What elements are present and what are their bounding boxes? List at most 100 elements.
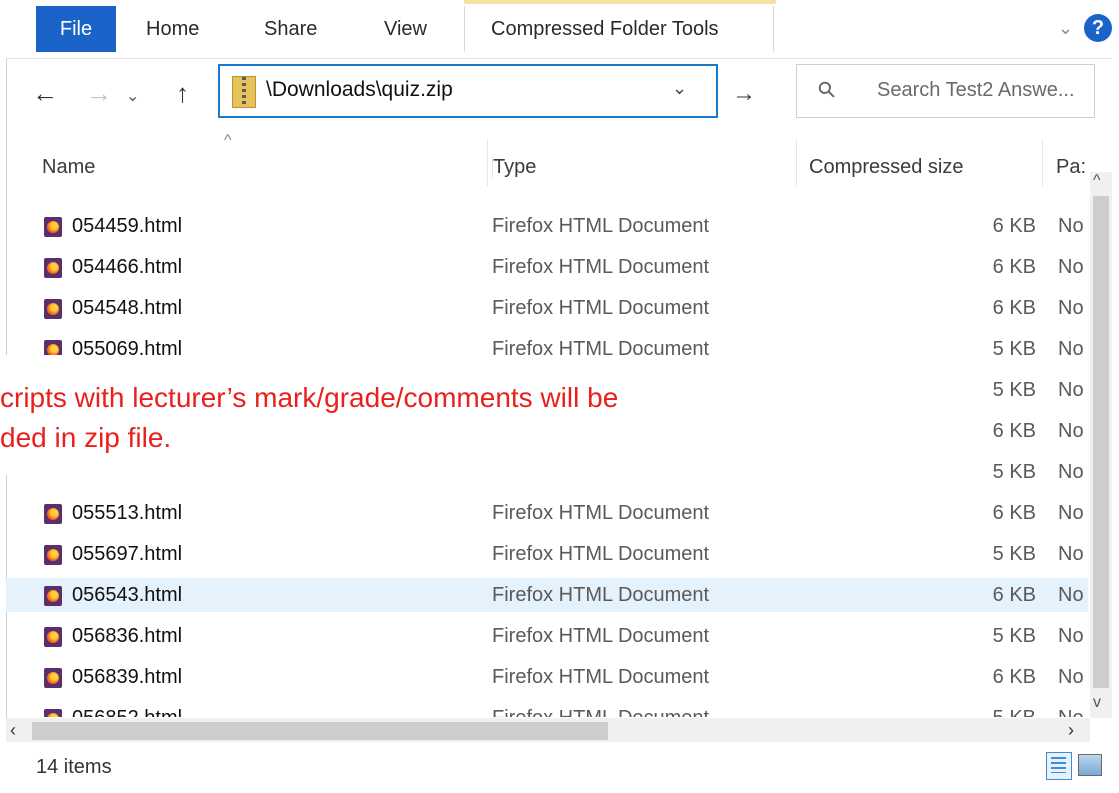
annotation-line-1: cripts with lecturer’s mark/grade/commen… <box>0 382 619 413</box>
back-arrow-icon[interactable]: ← <box>32 78 58 109</box>
column-divider[interactable] <box>1042 140 1043 186</box>
file-password-protected: No <box>1058 461 1084 483</box>
ribbon: File Home Share View Compressed Folder T… <box>6 0 1113 59</box>
file-name: 056852.html <box>72 707 182 717</box>
file-password-protected: No <box>1058 666 1084 688</box>
details-view-icon[interactable] <box>1046 752 1072 780</box>
tab-home[interactable]: Home <box>146 6 199 52</box>
search-placeholder[interactable]: Search Test2 Answe... <box>877 79 1075 102</box>
scroll-left-chevron-icon[interactable]: ‹ <box>10 720 16 741</box>
column-divider[interactable] <box>796 140 797 186</box>
zip-folder-icon <box>232 76 256 108</box>
file-type: Firefox HTML Document <box>492 584 710 606</box>
up-arrow-icon[interactable]: ↑ <box>176 78 189 109</box>
file-type: Firefox HTML Document <box>492 297 710 319</box>
file-row[interactable]: 054466.html Firefox HTML Document 6 KB N… <box>6 250 1088 284</box>
file-type: Firefox HTML Document <box>492 502 710 524</box>
file-type: Firefox HTML Document <box>492 666 710 688</box>
scroll-up-chevron-icon[interactable]: ^ <box>1093 172 1101 190</box>
file-password-protected: No <box>1058 256 1084 278</box>
status-bar: 14 items <box>6 742 1113 793</box>
go-arrow-icon[interactable]: → <box>732 80 756 108</box>
scroll-right-chevron-icon[interactable]: › <box>1068 720 1074 741</box>
file-compressed-size: 6 KB <box>992 502 1036 524</box>
file-type: Firefox HTML Document <box>492 625 710 647</box>
firefox-html-file-icon <box>44 709 62 717</box>
file-type: Firefox HTML Document <box>492 338 710 360</box>
tab-compressed-folder-tools[interactable]: Compressed Folder Tools <box>464 0 776 52</box>
column-header-compressed-size[interactable]: Compressed size <box>809 156 964 179</box>
scroll-down-chevron-icon[interactable]: v <box>1093 694 1101 712</box>
file-compressed-size: 5 KB <box>992 338 1036 360</box>
file-name: 056836.html <box>72 625 183 647</box>
tab-view[interactable]: View <box>384 6 427 52</box>
file-compressed-size: 5 KB <box>906 707 1036 717</box>
help-icon[interactable]: ? <box>1084 14 1112 42</box>
ribbon-expand-chevron-icon[interactable]: ⌄ <box>1058 18 1073 39</box>
file-row[interactable]: 056839.html Firefox HTML Document 6 KB N… <box>6 660 1088 694</box>
file-row[interactable]: 055513.html Firefox HTML Document 6 KB N… <box>6 496 1088 530</box>
sort-ascending-icon: ^ <box>224 132 232 149</box>
large-icons-view-icon[interactable] <box>1078 754 1102 776</box>
navigation-bar: ← → ⌄ ↑ \Downloads\quiz.zip ⌄ → ⚲ Search… <box>6 58 1113 130</box>
firefox-html-file-icon <box>44 545 62 565</box>
file-type: Firefox HTML Document <box>492 707 709 717</box>
file-password-protected: No <box>1058 502 1084 524</box>
column-header-password[interactable]: Pa: <box>1056 156 1086 179</box>
firefox-html-file-icon <box>44 299 62 319</box>
column-header-name[interactable]: Name <box>42 156 95 179</box>
file-name: 055697.html <box>72 543 183 565</box>
file-compressed-size: 5 KB <box>992 625 1036 647</box>
item-count: 14 items <box>36 756 112 778</box>
file-row[interactable]: 056836.html Firefox HTML Document 5 KB N… <box>6 619 1088 653</box>
file-password-protected: No <box>1058 707 1084 717</box>
forward-arrow-icon[interactable]: → <box>86 78 112 109</box>
file-compressed-size: 6 KB <box>992 256 1036 278</box>
address-bar[interactable]: \Downloads\quiz.zip ⌄ <box>218 64 718 118</box>
file-name: 056839.html <box>72 666 183 688</box>
file-row-selected[interactable]: 056543.html Firefox HTML Document 6 KB N… <box>6 578 1088 612</box>
file-type: Firefox HTML Document <box>492 256 710 278</box>
tab-file[interactable]: File <box>36 6 116 52</box>
file-row[interactable]: 054459.html Firefox HTML Document 6 KB N… <box>6 209 1088 243</box>
file-row[interactable]: 056852.html Firefox HTML Document 5 KB N… <box>6 701 1088 717</box>
firefox-html-file-icon <box>44 217 62 237</box>
address-path[interactable]: \Downloads\quiz.zip <box>266 78 453 102</box>
file-name: 054548.html <box>72 297 183 319</box>
file-password-protected: No <box>1058 543 1084 565</box>
annotation-line-2: ded in zip file. <box>0 422 172 453</box>
firefox-html-file-icon <box>44 504 62 524</box>
search-icon: ⚲ <box>812 75 842 105</box>
file-password-protected: No <box>1058 215 1084 237</box>
file-compressed-size: 6 KB <box>992 666 1036 688</box>
file-compressed-size: 6 KB <box>992 215 1036 237</box>
file-row[interactable]: 054548.html Firefox HTML Document 6 KB N… <box>6 291 1088 325</box>
file-type: Firefox HTML Document <box>492 215 710 237</box>
column-divider[interactable] <box>487 140 488 186</box>
file-name: 056543.html <box>72 584 183 606</box>
file-row[interactable]: 055697.html Firefox HTML Document 5 KB N… <box>6 537 1088 571</box>
vertical-scroll-thumb[interactable] <box>1093 196 1109 688</box>
file-password-protected: No <box>1058 297 1084 319</box>
firefox-html-file-icon <box>44 627 62 647</box>
file-password-protected: No <box>1058 584 1084 606</box>
file-compressed-size: 5 KB <box>992 543 1036 565</box>
file-password-protected: No <box>1058 379 1084 401</box>
file-password-protected: No <box>1058 420 1084 442</box>
recent-locations-chevron-icon[interactable]: ⌄ <box>126 86 139 106</box>
firefox-html-file-icon <box>44 258 62 278</box>
search-box[interactable]: ⚲ Search Test2 Answe... <box>796 64 1095 118</box>
file-name: 054466.html <box>72 256 183 278</box>
horizontal-scroll-thumb[interactable] <box>32 722 608 740</box>
column-header: ^ Name Type Compressed size Pa: <box>6 132 1096 200</box>
firefox-html-file-icon <box>44 668 62 688</box>
address-dropdown-chevron-icon[interactable]: ⌄ <box>672 78 687 99</box>
file-compressed-size: 6 KB <box>992 297 1036 319</box>
firefox-html-file-icon <box>44 586 62 606</box>
tab-share[interactable]: Share <box>264 6 317 52</box>
file-name: 054459.html <box>72 215 183 237</box>
file-name: 055513.html <box>72 502 183 524</box>
annotation-text: cripts with lecturer’s mark/grade/commen… <box>0 378 618 458</box>
column-header-type[interactable]: Type <box>492 156 536 179</box>
file-password-protected: No <box>1058 338 1084 360</box>
